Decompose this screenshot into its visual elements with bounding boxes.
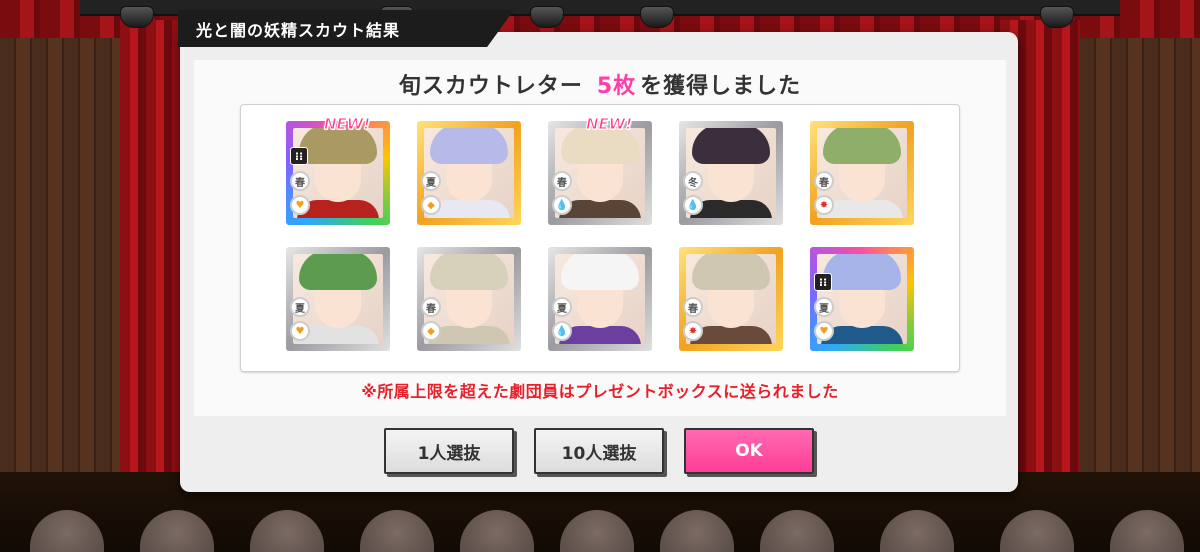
character-card[interactable]: 春 💧 NEW! (548, 115, 652, 225)
spotlight-icon (1040, 6, 1074, 28)
new-label: NEW! (585, 115, 633, 134)
season-badge: 春 (814, 171, 834, 191)
season-badge: 春 (683, 297, 703, 317)
character-card[interactable]: 夏 ♥ (286, 247, 390, 351)
attribute-icon: ♥ (290, 321, 310, 341)
attribute-icon: 💧 (683, 195, 703, 215)
character-card[interactable]: 春 ◆ (417, 247, 521, 351)
season-badge: 春 (552, 171, 572, 191)
season-badge: 春 (421, 297, 441, 317)
season-badge: 夏 (421, 171, 441, 191)
ok-button[interactable]: OK (684, 428, 814, 474)
portrait-hair (430, 254, 508, 290)
character-card[interactable]: ⁝⁝ 春 ♥ NEW! (286, 115, 390, 225)
spotlight-icon (530, 6, 564, 28)
attribute-icon: ◆ (421, 195, 441, 215)
character-card[interactable]: 夏 ◆ (417, 121, 521, 225)
spotlight-icon (640, 6, 674, 28)
character-card[interactable]: 春 ✸ (679, 247, 783, 351)
letter-count: 5枚 (596, 74, 637, 99)
season-badge: 春 (290, 171, 310, 191)
new-label: NEW! (323, 115, 371, 134)
portrait-hair (299, 254, 377, 290)
result-headline: 旬スカウトレター 5枚 を獲得しました (194, 68, 1006, 100)
character-card[interactable]: 冬 💧 (679, 121, 783, 225)
card-grid: ⁝⁝ 春 ♥ NEW! 夏 ◆ 春 💧 NEW! 冬 💧 春 ✸ 夏 ♥ 春 ◆ 夏 💧 春 ✸ ⁝⁝ 夏 ♥ (240, 104, 960, 372)
rarity-icon: ⁝⁝ (290, 147, 308, 165)
portrait-hair (561, 128, 639, 164)
attribute-icon: 💧 (552, 195, 572, 215)
character-card[interactable]: ⁝⁝ 夏 ♥ (810, 247, 914, 351)
attribute-icon: 💧 (552, 321, 572, 341)
result-panel: 旬スカウトレター 5枚 を獲得しました ⁝⁝ 春 ♥ NEW! 夏 ◆ 春 💧 NEW! 冬 💧 春 ✸ 夏 ♥… (194, 60, 1006, 416)
portrait-hair (561, 254, 639, 290)
attribute-icon: ♥ (290, 195, 310, 215)
wood-wall-right (1080, 0, 1200, 552)
headline-suffix: を獲得しました (640, 74, 802, 99)
portrait-hair (823, 254, 901, 290)
portrait-hair (692, 128, 770, 164)
portrait-hair (692, 254, 770, 290)
headline-prefix: 旬スカウトレター (398, 74, 583, 99)
spotlight-icon (120, 6, 154, 28)
present-box-notice: ※所属上限を超えた劇団員はプレゼントボックスに送られました (361, 382, 839, 401)
season-badge: 夏 (552, 297, 572, 317)
attribute-icon: ◆ (421, 321, 441, 341)
portrait-hair (823, 128, 901, 164)
attribute-icon: ✸ (683, 321, 703, 341)
character-card[interactable]: 夏 💧 (548, 247, 652, 351)
dialog-title: 光と闇の妖精スカウト結果 (178, 10, 514, 47)
wood-wall-left (0, 0, 120, 552)
select-ten-button[interactable]: 10人選抜 (534, 428, 664, 474)
portrait-hair (299, 128, 377, 164)
season-badge: 夏 (814, 297, 834, 317)
character-card[interactable]: 春 ✸ (810, 121, 914, 225)
attribute-icon: ✸ (814, 195, 834, 215)
portrait-hair (430, 128, 508, 164)
scout-result-dialog: 旬スカウトレター 5枚 を獲得しました ⁝⁝ 春 ♥ NEW! 夏 ◆ 春 💧 NEW! 冬 💧 春 ✸ 夏 ♥… (180, 32, 1018, 492)
rarity-icon: ⁝⁝ (814, 273, 832, 291)
select-one-button[interactable]: 1人選抜 (384, 428, 514, 474)
attribute-icon: ♥ (814, 321, 834, 341)
season-badge: 夏 (290, 297, 310, 317)
season-badge: 冬 (683, 171, 703, 191)
